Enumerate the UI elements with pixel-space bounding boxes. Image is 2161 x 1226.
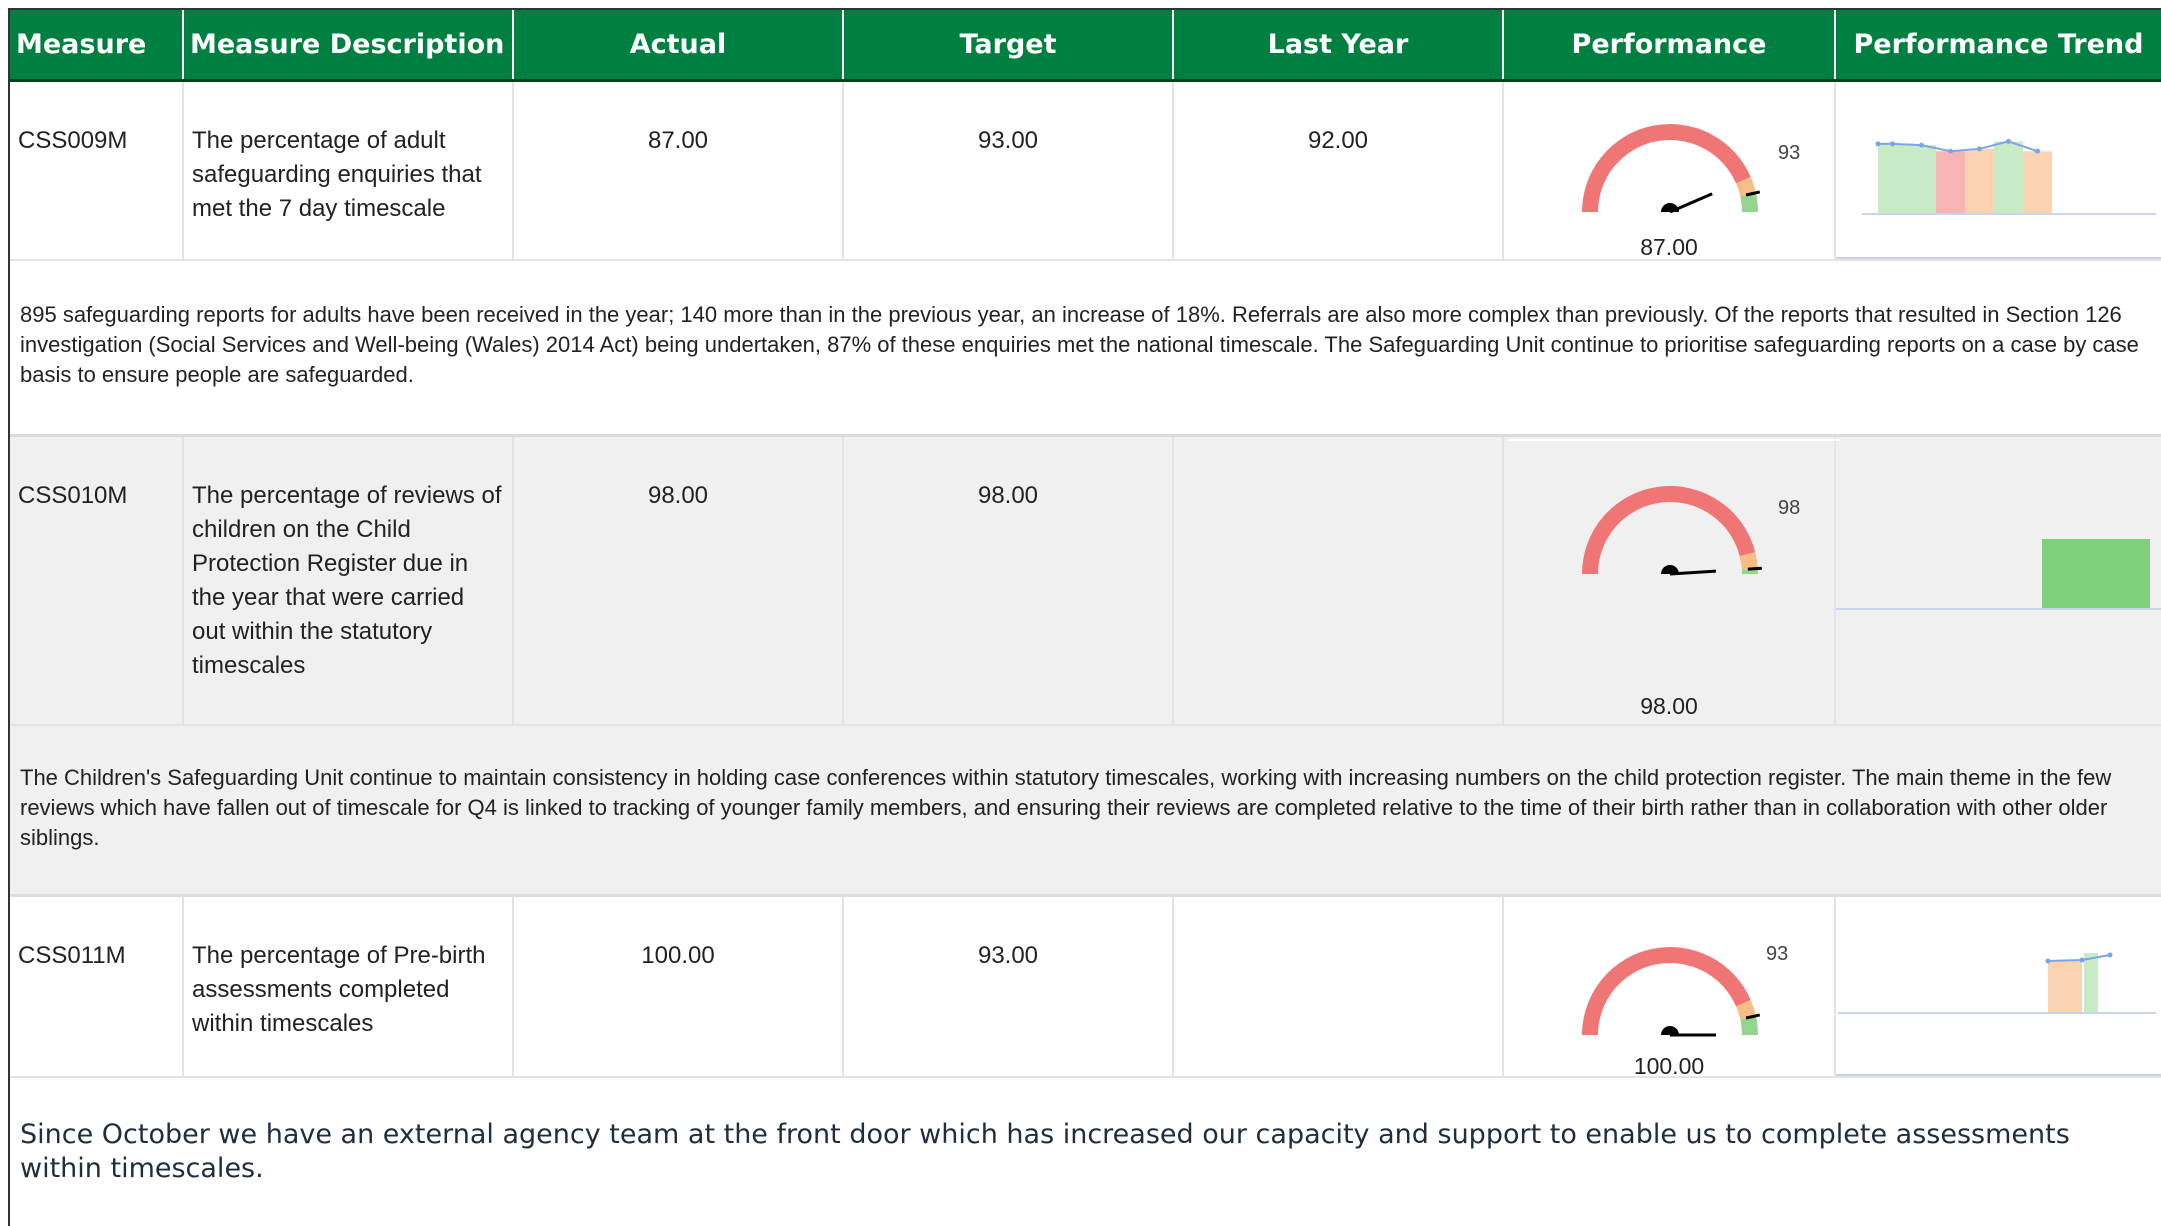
trend-bar xyxy=(1907,145,1936,214)
actual-cell: 98.00 xyxy=(514,437,844,725)
gauge-target-label: 93 xyxy=(1766,943,1789,965)
target-cell: 98.00 xyxy=(844,437,1174,725)
measure-code-cell: CSS010M xyxy=(10,437,184,725)
trend-bar xyxy=(2023,151,2052,214)
gauge-red-band xyxy=(1582,486,1756,575)
measure-code: CSS009M xyxy=(18,127,128,154)
trend-point xyxy=(2079,957,2085,963)
gauge-hub xyxy=(1661,1026,1679,1035)
performance-gauge: 93 100.00 xyxy=(1504,897,1836,1079)
gauge-top-rule xyxy=(1508,439,1840,441)
measure-description-cell: The percentage of adult safeguarding enq… xyxy=(184,82,514,260)
trend-point xyxy=(1977,146,1982,152)
measure-description: The percentage of reviews of children on… xyxy=(192,482,502,679)
actual-value: 98.00 xyxy=(647,482,709,509)
gauge-red-band xyxy=(1582,947,1751,1036)
actual-value: 87.00 xyxy=(647,127,709,154)
gauge-target-label: 98 xyxy=(1778,497,1801,519)
header-target: Target xyxy=(844,10,1174,79)
trend-bar xyxy=(2048,961,2082,1013)
gauge-target-marker xyxy=(1747,566,1762,571)
gauge-value-label: 98.00 xyxy=(1640,693,1698,719)
row-divider xyxy=(10,724,2161,726)
commentary-text: Since October we have an external agency… xyxy=(20,1119,2070,1184)
performance-gauge: 93 87.00 xyxy=(1504,82,1836,260)
gauge-green-band xyxy=(1740,1015,1758,1036)
last-year-value: 92.00 xyxy=(1307,127,1369,154)
gauge-target-label: 93 xyxy=(1778,142,1801,164)
gauge-amber-band xyxy=(1739,552,1758,570)
trend-bar xyxy=(1936,151,1965,214)
measure-description: The percentage of Pre-birth assessments … xyxy=(192,942,486,1037)
measure-description-cell: The percentage of reviews of children on… xyxy=(184,437,514,725)
measure-code: CSS010M xyxy=(18,482,128,509)
gauge-red-band xyxy=(1582,124,1751,213)
gauge-green-band xyxy=(1740,192,1758,213)
table-row: CSS011M The percentage of Pre-birth asse… xyxy=(10,897,2161,1079)
trend-svg xyxy=(1836,952,2161,1076)
gauge-amber-band xyxy=(1736,1000,1756,1020)
measure-code-cell: CSS011M xyxy=(10,897,184,1077)
measure-code: CSS011M xyxy=(18,942,126,969)
measure-description: The percentage of adult safeguarding enq… xyxy=(192,127,482,222)
table-row: CSS009M The percentage of adult safeguar… xyxy=(10,82,2161,260)
header-measure: Measure xyxy=(10,10,184,79)
last-year-value xyxy=(1174,897,1502,939)
header-actual: Actual xyxy=(514,10,844,79)
row-divider xyxy=(10,259,2161,261)
measure-code-cell: CSS009M xyxy=(10,82,184,260)
commentary-text: 895 safeguarding reports for adults have… xyxy=(20,302,2139,387)
performance-gauge: 98 98.00 xyxy=(1504,437,1840,725)
target-cell: 93.00 xyxy=(844,897,1174,1077)
last-year-cell xyxy=(1174,897,1504,1077)
trend-point xyxy=(1919,142,1924,148)
trend-point xyxy=(2045,958,2051,964)
measure-description-cell: The percentage of Pre-birth assessments … xyxy=(184,897,514,1077)
row-divider xyxy=(10,1076,2161,1078)
actual-cell: 100.00 xyxy=(514,897,844,1077)
header-performance: Performance xyxy=(1504,10,1836,79)
last-year-value xyxy=(1174,437,1502,479)
header-performance-trend: Performance Trend xyxy=(1853,29,2144,60)
last-year-cell: 92.00 xyxy=(1174,82,1504,260)
trend-line xyxy=(2047,954,2111,962)
trend-bar xyxy=(2042,539,2150,609)
trend-point xyxy=(1948,148,1953,154)
target-value: 93.00 xyxy=(977,942,1039,969)
gauge-hub xyxy=(1661,203,1679,212)
trend-bar xyxy=(1994,141,2023,214)
trend-svg xyxy=(1836,138,2161,259)
target-cell: 93.00 xyxy=(844,82,1174,260)
performance-trend-chart xyxy=(1836,82,2161,260)
commentary-text: The Children's Safeguarding Unit continu… xyxy=(20,765,2112,850)
last-year-cell xyxy=(1174,437,1504,725)
trend-bar xyxy=(1878,143,1907,214)
header-measure-description: Measure Description xyxy=(184,10,514,79)
gauge-hub xyxy=(1661,565,1679,574)
performance-trend-chart xyxy=(1836,897,2161,1077)
table-header: Measure Measure Description Actual Targe… xyxy=(10,10,2161,82)
actual-cell: 87.00 xyxy=(514,82,844,260)
actual-value: 100.00 xyxy=(641,942,715,969)
header-last-year: Last Year xyxy=(1174,10,1504,79)
target-value: 93.00 xyxy=(977,127,1039,154)
gauge-svg xyxy=(1582,486,1762,576)
trend-point xyxy=(2035,148,2040,154)
trend-point xyxy=(2107,952,2113,958)
trend-point xyxy=(2006,138,2011,144)
trend-bar xyxy=(1965,148,1994,214)
trend-point xyxy=(1890,141,1895,147)
trend-svg xyxy=(1836,539,2161,610)
trend-point xyxy=(1875,141,1881,147)
gauge-amber-band xyxy=(1736,177,1756,197)
target-value: 98.00 xyxy=(977,482,1039,509)
table-row: CSS010M The percentage of reviews of chi… xyxy=(10,437,2161,725)
trend-bar xyxy=(2084,953,2098,1013)
performance-trend-chart xyxy=(1836,437,2161,725)
